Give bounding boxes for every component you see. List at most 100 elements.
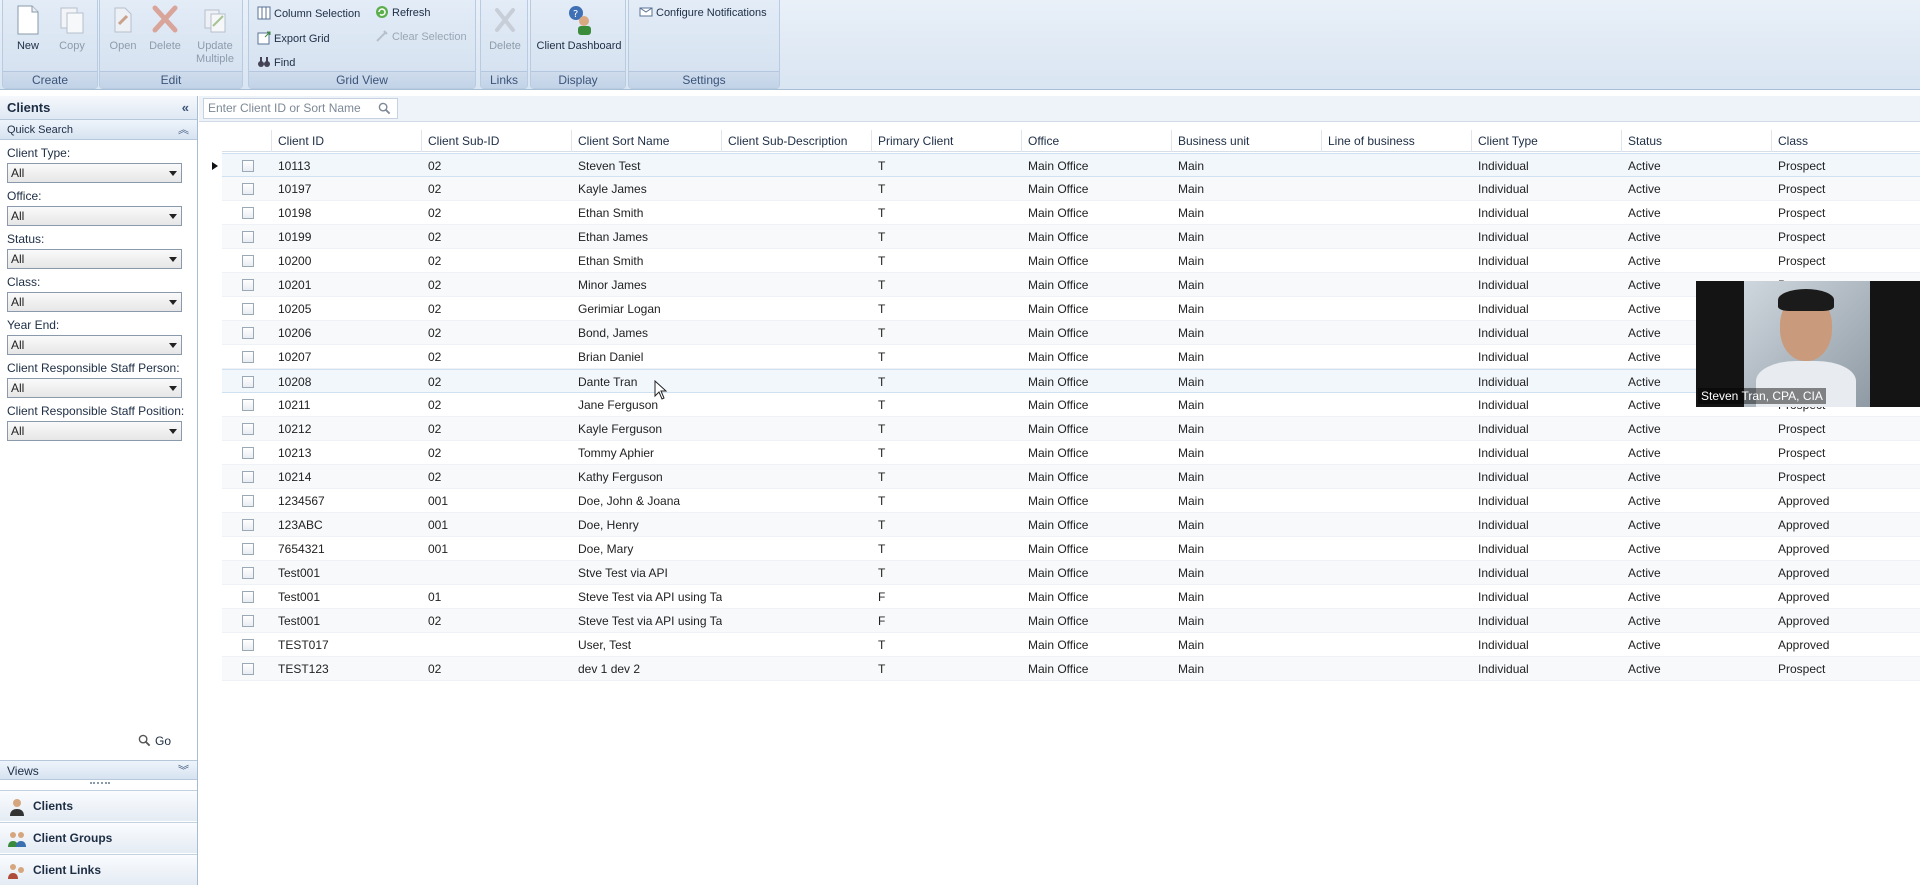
table-row[interactable]: 123ABC 001 Doe, Henry T Main Office Main Indiv…: [222, 513, 1920, 537]
table-row[interactable]: Test001 Stve Test via API T Main Office Main…: [222, 561, 1920, 585]
column-header[interactable]: Primary Client: [872, 130, 1022, 152]
table-row[interactable]: 10113 02 Steven Test T Main Office Main Indivi…: [212, 153, 1920, 177]
row-checkbox[interactable]: [242, 327, 254, 339]
row-checkbox[interactable]: [242, 471, 254, 483]
configure-notifications-button[interactable]: Configure Notifications: [639, 4, 767, 22]
search-icon[interactable]: [378, 102, 391, 115]
delete-button[interactable]: Delete: [144, 4, 186, 66]
nav-item-clients[interactable]: Clients: [0, 790, 197, 821]
table-row[interactable]: 10198 02 Ethan Smith T Main Office Main Indivi…: [222, 201, 1920, 225]
double-chevron-down-icon[interactable]: ︾: [178, 761, 189, 781]
table-row[interactable]: 10214 02 Kathy Ferguson T Main Office Main Ind…: [222, 465, 1920, 489]
row-checkbox[interactable]: [242, 567, 254, 579]
people-link-icon: [8, 864, 24, 879]
row-checkbox[interactable]: [242, 376, 254, 388]
column-header[interactable]: Line of business: [1322, 130, 1472, 152]
client-dashboard-button[interactable]: ? Client Dashboard: [535, 4, 623, 66]
views-header[interactable]: Views ︾: [0, 760, 197, 780]
update-multiple-button[interactable]: Update Multiple: [190, 4, 240, 66]
open-button[interactable]: Open: [102, 4, 144, 66]
table-row[interactable]: 10207 02 Brian Daniel T Main Office Main Indiv…: [222, 345, 1920, 369]
copy-button[interactable]: Copy: [51, 4, 93, 66]
nav-item-client-groups[interactable]: Client Groups: [0, 822, 197, 853]
filter-year-end: Year End: All: [0, 317, 197, 355]
table-row[interactable]: 10205 02 Gerimiar Logan T Main Office Main Ind…: [222, 297, 1920, 321]
table-cell: Brian Daniel: [578, 350, 644, 364]
row-checkbox[interactable]: [242, 615, 254, 627]
splitter-grip[interactable]: [90, 782, 110, 786]
column-header[interactable]: Client ID: [272, 130, 422, 152]
table-row[interactable]: 10208 02 Dante Tran T Main Office Main Individ…: [222, 369, 1920, 393]
column-header[interactable]: Client Type: [1472, 130, 1622, 152]
table-row[interactable]: Test001 02 Steve Test via API using Ta: F Ma…: [222, 609, 1920, 633]
row-checkbox[interactable]: [242, 255, 254, 267]
row-checkbox[interactable]: [242, 160, 254, 172]
row-checkbox[interactable]: [242, 207, 254, 219]
row-checkbox[interactable]: [242, 543, 254, 555]
staff-person-select[interactable]: All: [7, 378, 182, 398]
column-header[interactable]: Status: [1622, 130, 1772, 152]
table-cell: [1322, 417, 1472, 441]
table-cell: Main: [1178, 375, 1205, 389]
column-header[interactable]: Office: [1022, 130, 1172, 152]
column-header[interactable]: Client Sub-ID: [422, 130, 572, 152]
row-checkbox[interactable]: [242, 519, 254, 531]
column-header[interactable]: Class: [1772, 130, 1920, 152]
table-row[interactable]: 10199 02 Ethan James T Main Office Main Indivi…: [222, 225, 1920, 249]
row-checkbox[interactable]: [242, 591, 254, 603]
row-checkbox[interactable]: [242, 639, 254, 651]
table-row[interactable]: 10200 02 Ethan Smith T Main Office Main Indivi…: [222, 249, 1920, 273]
table-row[interactable]: 10213 02 Tommy Aphier T Main Office Main Indiv…: [222, 441, 1920, 465]
client-search-input[interactable]: Enter Client ID or Sort Name: [203, 98, 398, 119]
row-checkbox[interactable]: [242, 231, 254, 243]
find-button[interactable]: Find: [257, 54, 295, 72]
table-row[interactable]: 10206 02 Bond, James T Main Office Main Indivi…: [222, 321, 1920, 345]
row-checkbox[interactable]: [242, 351, 254, 363]
table-row[interactable]: 10212 02 Kayle Ferguson T Main Office Main Ind…: [222, 417, 1920, 441]
office-select[interactable]: All: [7, 206, 182, 226]
row-checkbox[interactable]: [242, 183, 254, 195]
table-cell: 02: [428, 326, 442, 340]
row-checkbox[interactable]: [242, 663, 254, 675]
quick-search-header[interactable]: Quick Search ︽: [0, 120, 197, 140]
row-checkbox[interactable]: [242, 495, 254, 507]
status-select[interactable]: All: [7, 249, 182, 269]
row-checkbox[interactable]: [242, 423, 254, 435]
table-cell: Stve Test via API: [578, 566, 668, 580]
dropdown-arrow-icon: [169, 171, 177, 176]
clear-selection-button[interactable]: Clear Selection: [375, 28, 467, 46]
table-row[interactable]: Test001 01 Steve Test via API using Ta: F Ma…: [222, 585, 1920, 609]
table-row[interactable]: 10201 02 Minor James T Main Office Main Indivi…: [222, 273, 1920, 297]
nav-item-client-links[interactable]: Client Links: [0, 854, 197, 885]
row-checkbox[interactable]: [242, 279, 254, 291]
column-header[interactable]: Business unit: [1172, 130, 1322, 152]
export-grid-button[interactable]: Export Grid: [257, 30, 330, 48]
double-chevron-up-icon[interactable]: ︽: [178, 120, 189, 140]
table-cell: [722, 225, 872, 249]
table-row[interactable]: TEST123 02 dev 1 dev 2 T Main Office Main Indi…: [222, 657, 1920, 681]
staff-position-select[interactable]: All: [7, 421, 182, 441]
client-type-select[interactable]: All: [7, 163, 182, 183]
select-value: All: [11, 338, 25, 352]
column-selection-button[interactable]: Column Selection: [257, 5, 360, 23]
new-button[interactable]: New: [7, 4, 49, 66]
column-header[interactable]: Client Sub-Description: [722, 130, 872, 152]
double-chevron-left-icon[interactable]: «: [182, 96, 189, 120]
row-checkbox[interactable]: [242, 303, 254, 315]
column-header[interactable]: Client Sort Name: [572, 130, 722, 152]
go-button[interactable]: Go: [138, 734, 171, 748]
table-cell: Individual: [1478, 590, 1529, 604]
links-delete-button[interactable]: Delete: [484, 4, 526, 66]
row-checkbox[interactable]: [242, 399, 254, 411]
year-end-select[interactable]: All: [7, 335, 182, 355]
table-cell: Main Office: [1028, 566, 1089, 580]
table-row[interactable]: 1234567 001 Doe, John & Joana T Main Office M…: [222, 489, 1920, 513]
refresh-button[interactable]: Refresh: [375, 4, 431, 22]
row-checkbox[interactable]: [242, 447, 254, 459]
table-row[interactable]: 10211 02 Jane Ferguson T Main Office Main Indi…: [222, 393, 1920, 417]
class-select[interactable]: All: [7, 292, 182, 312]
table-cell: 10205: [278, 302, 312, 316]
table-row[interactable]: 7654321 001 Doe, Mary T Main Office Main Indiv…: [222, 537, 1920, 561]
table-row[interactable]: 10197 02 Kayle James T Main Office Main Indivi…: [222, 177, 1920, 201]
table-row[interactable]: TEST017 User, Test T Main Office Main Individ…: [222, 633, 1920, 657]
